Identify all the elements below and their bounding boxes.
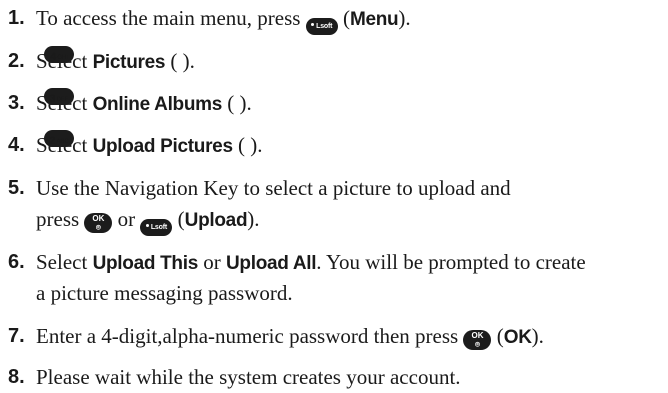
left-softkey-icon: Lsoft [305, 18, 338, 35]
step-number: 5. [8, 177, 25, 199]
upload-all-term: Upload All [225, 253, 317, 274]
paren-close: ). [398, 6, 411, 30]
key-3-icon: 3DEF [44, 88, 74, 105]
step-8-text: Please wait while the system creates you… [36, 365, 461, 389]
step-text: press OK ⌾ or Lsoft (Upload). [36, 204, 668, 236]
paren-open: ( [172, 207, 185, 231]
paren-close: ). [531, 324, 544, 348]
upload-pictures-term: Upload Pictures [92, 136, 233, 157]
step-6-line-2: a picture messaging password. [36, 281, 293, 305]
paren-close: ). [182, 49, 195, 73]
key-4-icon: 4GHI [44, 46, 74, 63]
step-number: 2. [8, 50, 25, 72]
pictures-term: Pictures [92, 52, 166, 73]
step-text: To access the main menu, press Lsoft (Me… [36, 3, 668, 35]
ok-term: OK [503, 327, 532, 348]
step-text: Enter a 4-digit,alpha-numeric password t… [36, 321, 668, 353]
online-albums-term: Online Albums [92, 94, 223, 115]
step-5-line-2: press [36, 207, 85, 231]
or-text: or [197, 250, 226, 274]
paren-open: ( [337, 6, 350, 30]
step-text: Use the Navigation Key to select a pictu… [36, 173, 668, 204]
step-text: Select Upload Pictures ( 2ABC ). [36, 130, 668, 162]
key-2-icon: 2ABC [44, 130, 74, 147]
softkey-label: Lsoft [150, 224, 167, 231]
instruction-list: 1. To access the main menu, press Lsoft … [0, 0, 668, 391]
step-number: 1. [8, 7, 25, 29]
upload-term: Upload [184, 210, 248, 231]
softkey-dot [311, 23, 315, 26]
softkey-dot [145, 224, 149, 227]
step-6-text: Select [36, 250, 93, 274]
or-text: or [112, 207, 141, 231]
paren-close: ). [250, 133, 263, 157]
step-number: 7. [8, 325, 25, 347]
step-number: 8. [8, 366, 25, 388]
step-number: 6. [8, 251, 25, 273]
step-number: 4. [8, 134, 25, 156]
menu-term: Menu [349, 9, 399, 30]
step-number: 3. [8, 92, 25, 114]
paren-open: ( [232, 133, 251, 157]
paren-close: ). [247, 207, 260, 231]
step-text: a picture messaging password. [36, 278, 668, 309]
step-5-line-1: Use the Navigation Key to select a pictu… [36, 176, 511, 200]
paren-open: ( [491, 324, 504, 348]
step-text: Please wait while the system creates you… [36, 362, 668, 393]
step-text: Select Upload This or Upload All. You wi… [36, 247, 668, 279]
softkey-label: Lsoft [316, 23, 333, 30]
upload-this-term: Upload This [92, 253, 199, 274]
step-1-text: To access the main menu, press [36, 6, 306, 30]
left-softkey-icon: Lsoft [140, 219, 173, 236]
paren-close: ). [239, 91, 252, 115]
step-text: Select Pictures ( 4GHI ). [36, 46, 668, 78]
ok-key-icon: OK ⌾ [463, 330, 492, 350]
paren-open: ( [222, 91, 240, 115]
ok-key-icon: OK ⌾ [84, 213, 113, 233]
paren-open: ( [165, 49, 183, 73]
step-text: Select Online Albums ( 3DEF ). [36, 88, 668, 120]
step-6-text-tail: . You will be prompted to create [316, 250, 586, 274]
step-7-text: Enter a 4-digit,alpha-numeric password t… [36, 324, 464, 348]
